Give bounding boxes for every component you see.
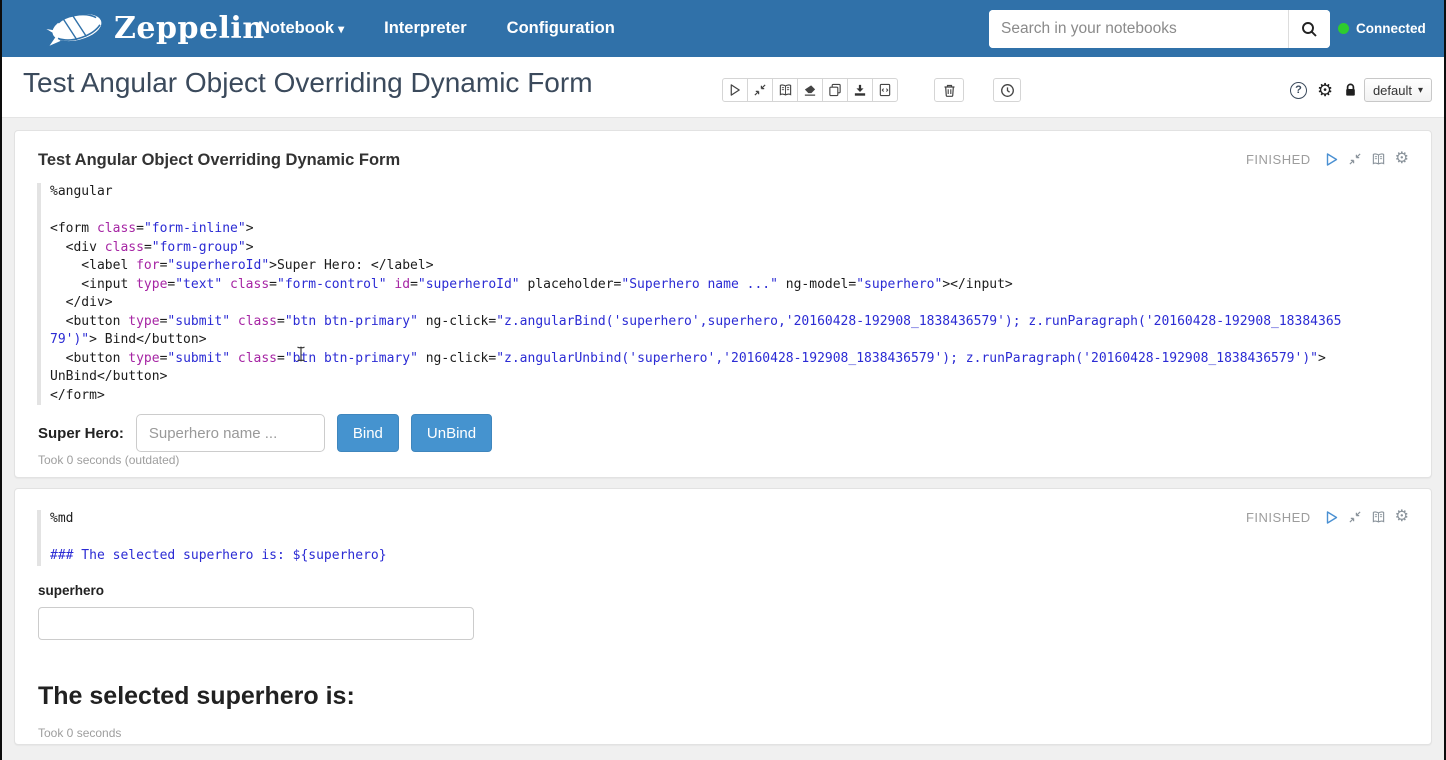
export-note-button[interactable] [847,78,873,102]
nav-notebook[interactable]: Notebook▾ [258,19,344,38]
interpreter-binding-button[interactable]: default▾ [1364,78,1432,102]
scheduler-clock-icon [1000,83,1015,98]
clear-output-icon [803,83,817,97]
code-content: %md ### The selected superhero is: ${sup… [50,510,1409,566]
superhero-form-input[interactable] [38,607,474,640]
unbind-button[interactable]: UnBind [411,414,492,452]
nav-interpreter[interactable]: Interpreter [384,19,467,38]
status-badge: FINISHED [1246,152,1311,167]
text-cursor [296,346,306,362]
search-button[interactable] [1288,10,1330,48]
note-title[interactable]: Test Angular Object Overriding Dynamic F… [23,67,593,99]
connection-status: Connected [1338,0,1426,57]
window-border-left [0,0,2,760]
navbar: Zeppelin Notebook▾ Interpreter Configura… [0,0,1446,57]
clear-output-button[interactable] [797,78,823,102]
brand-title: Zeppelin [114,11,265,46]
superhero-label: Super Hero: [38,425,124,442]
collapse-icon[interactable] [1348,152,1362,166]
remove-note-button[interactable] [934,78,964,102]
connection-status-label: Connected [1356,21,1426,36]
collapse-icon [753,83,767,97]
connected-dot-icon [1338,23,1349,34]
run-all-button[interactable] [722,78,748,102]
export-code-button[interactable] [872,78,898,102]
settings-cog-icon[interactable]: ⚙ [1395,151,1409,167]
show-editor-icon[interactable] [1371,152,1386,166]
main-nav: Notebook▾ Interpreter Configuration [258,0,615,57]
note-settings-group: ? ⚙ [1290,78,1358,102]
collapse-button[interactable] [747,78,773,102]
lock-icon[interactable] [1343,82,1358,98]
paragraph-angular-form: Test Angular Object Overriding Dynamic F… [14,130,1432,478]
help-icon[interactable]: ? [1290,82,1307,99]
show-hide-code-icon [778,83,793,97]
execution-time: Took 0 seconds [38,726,121,740]
search-icon [1301,21,1318,38]
chevron-down-icon: ▾ [1418,85,1423,96]
superhero-input[interactable] [136,414,325,452]
nav-configuration[interactable]: Configuration [507,19,615,38]
search-input[interactable] [989,10,1288,48]
clone-note-button[interactable] [822,78,848,102]
show-hide-code-button[interactable] [772,78,798,102]
export-note-icon [853,83,867,97]
run-icon[interactable] [1324,152,1339,167]
paragraph-status-bar: FINISHED ⚙ [1246,151,1409,167]
code-editor[interactable]: %md ### The selected superhero is: ${sup… [37,510,1409,566]
clone-note-icon [828,83,842,97]
scheduler-button[interactable] [993,78,1021,102]
paragraph-markdown: FINISHED ⚙ %md ### The selected superher… [14,488,1432,745]
code-editor[interactable]: %angular <form class="form-inline"> <div… [37,183,1409,405]
markdown-output-heading: The selected superhero is: [38,682,355,711]
bind-button[interactable]: Bind [337,414,399,452]
superhero-form-label: superhero [38,583,104,598]
trash-icon [942,83,957,98]
note-header: Test Angular Object Overriding Dynamic F… [0,57,1446,118]
export-code-icon [878,83,892,97]
search-box [989,10,1330,48]
run-all-icon [728,83,742,97]
execution-time: Took 0 seconds (outdated) [38,453,179,467]
zeppelin-logo[interactable]: Zeppelin [44,6,265,50]
dynamic-form-output: Super Hero: Bind UnBind [38,414,492,452]
paragraph-title: Test Angular Object Overriding Dynamic F… [38,151,400,170]
zeppelin-blimp-icon [44,6,106,50]
chevron-down-icon: ▾ [338,22,344,36]
gear-icon[interactable]: ⚙ [1317,81,1333,99]
note-action-group [722,78,898,102]
code-content: %angular <form class="form-inline"> <div… [50,183,1409,405]
